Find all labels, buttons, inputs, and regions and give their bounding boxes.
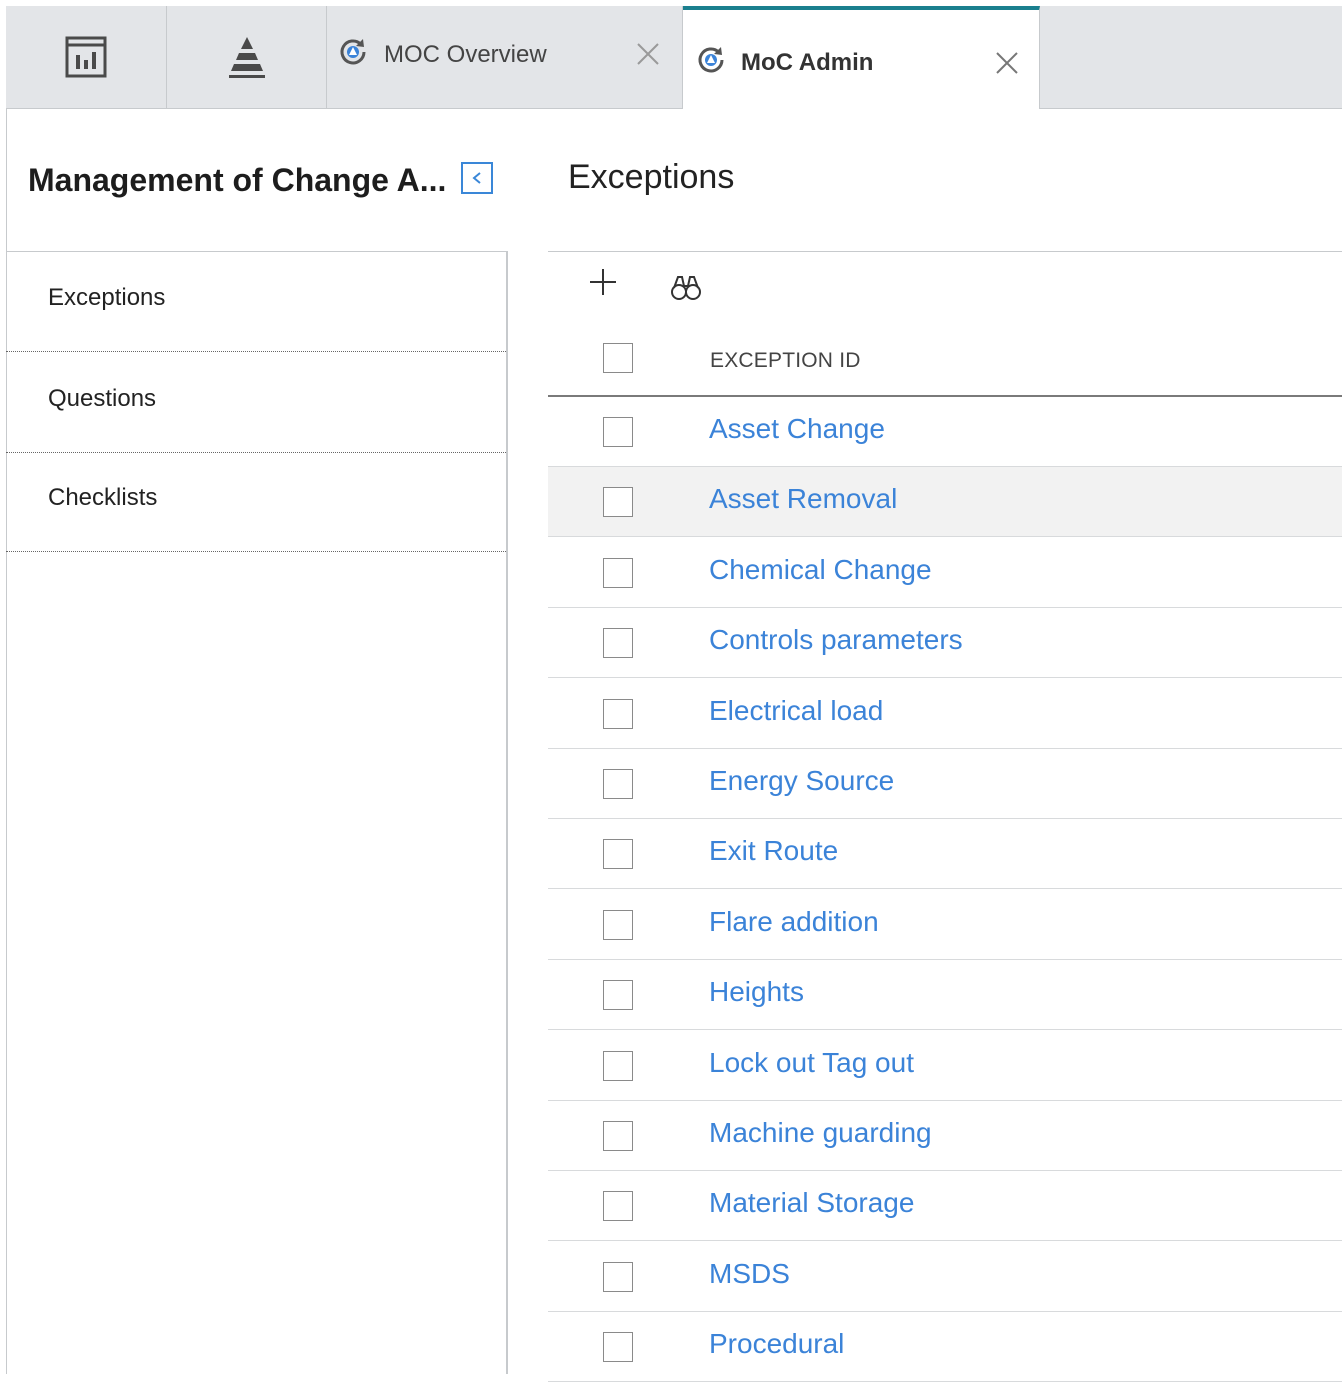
sidebar-item-exceptions[interactable]: Exceptions [6,252,506,352]
row-checkbox[interactable] [603,628,633,658]
sidebar-item-checklists[interactable]: Checklists [6,453,506,552]
page-title: Exceptions [568,158,735,196]
chevron-left-icon [472,172,481,184]
row-checkbox[interactable] [603,980,633,1010]
pyramid-icon [228,37,265,78]
row-checkbox[interactable] [603,1121,633,1151]
table-row[interactable]: Controls parameters [548,608,1342,678]
search-button[interactable] [669,271,705,307]
close-icon[interactable] [995,51,1019,75]
table-row[interactable]: Chemical Change [548,538,1342,608]
exception-link[interactable]: Procedural [709,1328,844,1360]
binoculars-icon [671,276,701,300]
tab-bar: MOC Overview MoC Admin [6,6,1342,109]
exception-link[interactable]: Asset Change [709,413,885,445]
row-checkbox[interactable] [603,1051,633,1081]
moc-refresh-icon [340,39,366,65]
table-row[interactable]: Heights [548,960,1342,1030]
exception-link[interactable]: Flare addition [709,906,879,938]
table-row[interactable]: Procedural [548,1312,1342,1382]
row-checkbox[interactable] [603,1262,633,1292]
collapse-panel-button[interactable] [461,162,493,194]
panel-title: Management of Change A... [28,162,447,198]
table-row[interactable]: Asset Change [548,397,1342,467]
exception-link[interactable]: Machine guarding [709,1117,932,1149]
close-icon[interactable] [636,42,660,66]
dashboard-chart-icon [65,36,107,78]
exception-link[interactable]: Material Storage [709,1187,914,1219]
row-checkbox[interactable] [603,769,633,799]
sidebar-item-label: Checklists [48,484,158,511]
row-checkbox[interactable] [603,699,633,729]
row-checkbox[interactable] [603,417,633,447]
row-checkbox[interactable] [603,487,633,517]
exception-link[interactable]: Controls parameters [709,624,963,656]
tab-dashboard[interactable] [6,6,167,108]
tab-moc-overview[interactable]: MOC Overview [327,6,683,108]
tab-label: MOC Overview [384,41,547,68]
row-checkbox[interactable] [603,1191,633,1221]
row-checkbox[interactable] [603,1332,633,1362]
select-all-checkbox[interactable] [603,343,633,373]
sidebar-item-label: Exceptions [48,284,166,311]
sidebar-item-label: Questions [48,385,157,412]
table-row[interactable]: MSDS [548,1242,1342,1312]
exception-link[interactable]: Exit Route [709,835,838,867]
divider [506,251,508,1374]
tab-pyramid[interactable] [167,6,327,108]
table-row[interactable]: Lock out Tag out [548,1031,1342,1101]
exception-link[interactable]: MSDS [709,1258,790,1290]
divider [548,251,1342,252]
table-row[interactable]: Machine guarding [548,1101,1342,1171]
exception-link[interactable]: Heights [709,976,804,1008]
column-header-exception-id[interactable]: EXCEPTION ID [710,349,861,373]
table-row[interactable]: Material Storage [548,1171,1342,1241]
add-button[interactable] [585,264,621,300]
exception-link[interactable]: Asset Removal [709,483,897,515]
row-checkbox[interactable] [603,558,633,588]
exception-link[interactable]: Lock out Tag out [709,1047,914,1079]
row-checkbox[interactable] [603,910,633,940]
table-row[interactable]: Energy Source [548,749,1342,819]
row-checkbox[interactable] [603,839,633,869]
plus-icon [590,269,616,295]
exception-link[interactable]: Electrical load [709,695,883,727]
tab-label: MoC Admin [741,49,874,76]
tab-moc-admin[interactable]: MoC Admin [683,6,1040,109]
moc-refresh-icon [698,47,724,73]
table-row[interactable]: Exit Route [548,819,1342,889]
exception-link[interactable]: Energy Source [709,765,894,797]
table-row[interactable]: Asset Removal [548,467,1342,537]
sidebar-item-questions[interactable]: Questions [6,352,506,453]
exception-link[interactable]: Chemical Change [709,554,932,586]
table-row[interactable]: Electrical load [548,679,1342,749]
table-row[interactable]: Flare addition [548,890,1342,960]
